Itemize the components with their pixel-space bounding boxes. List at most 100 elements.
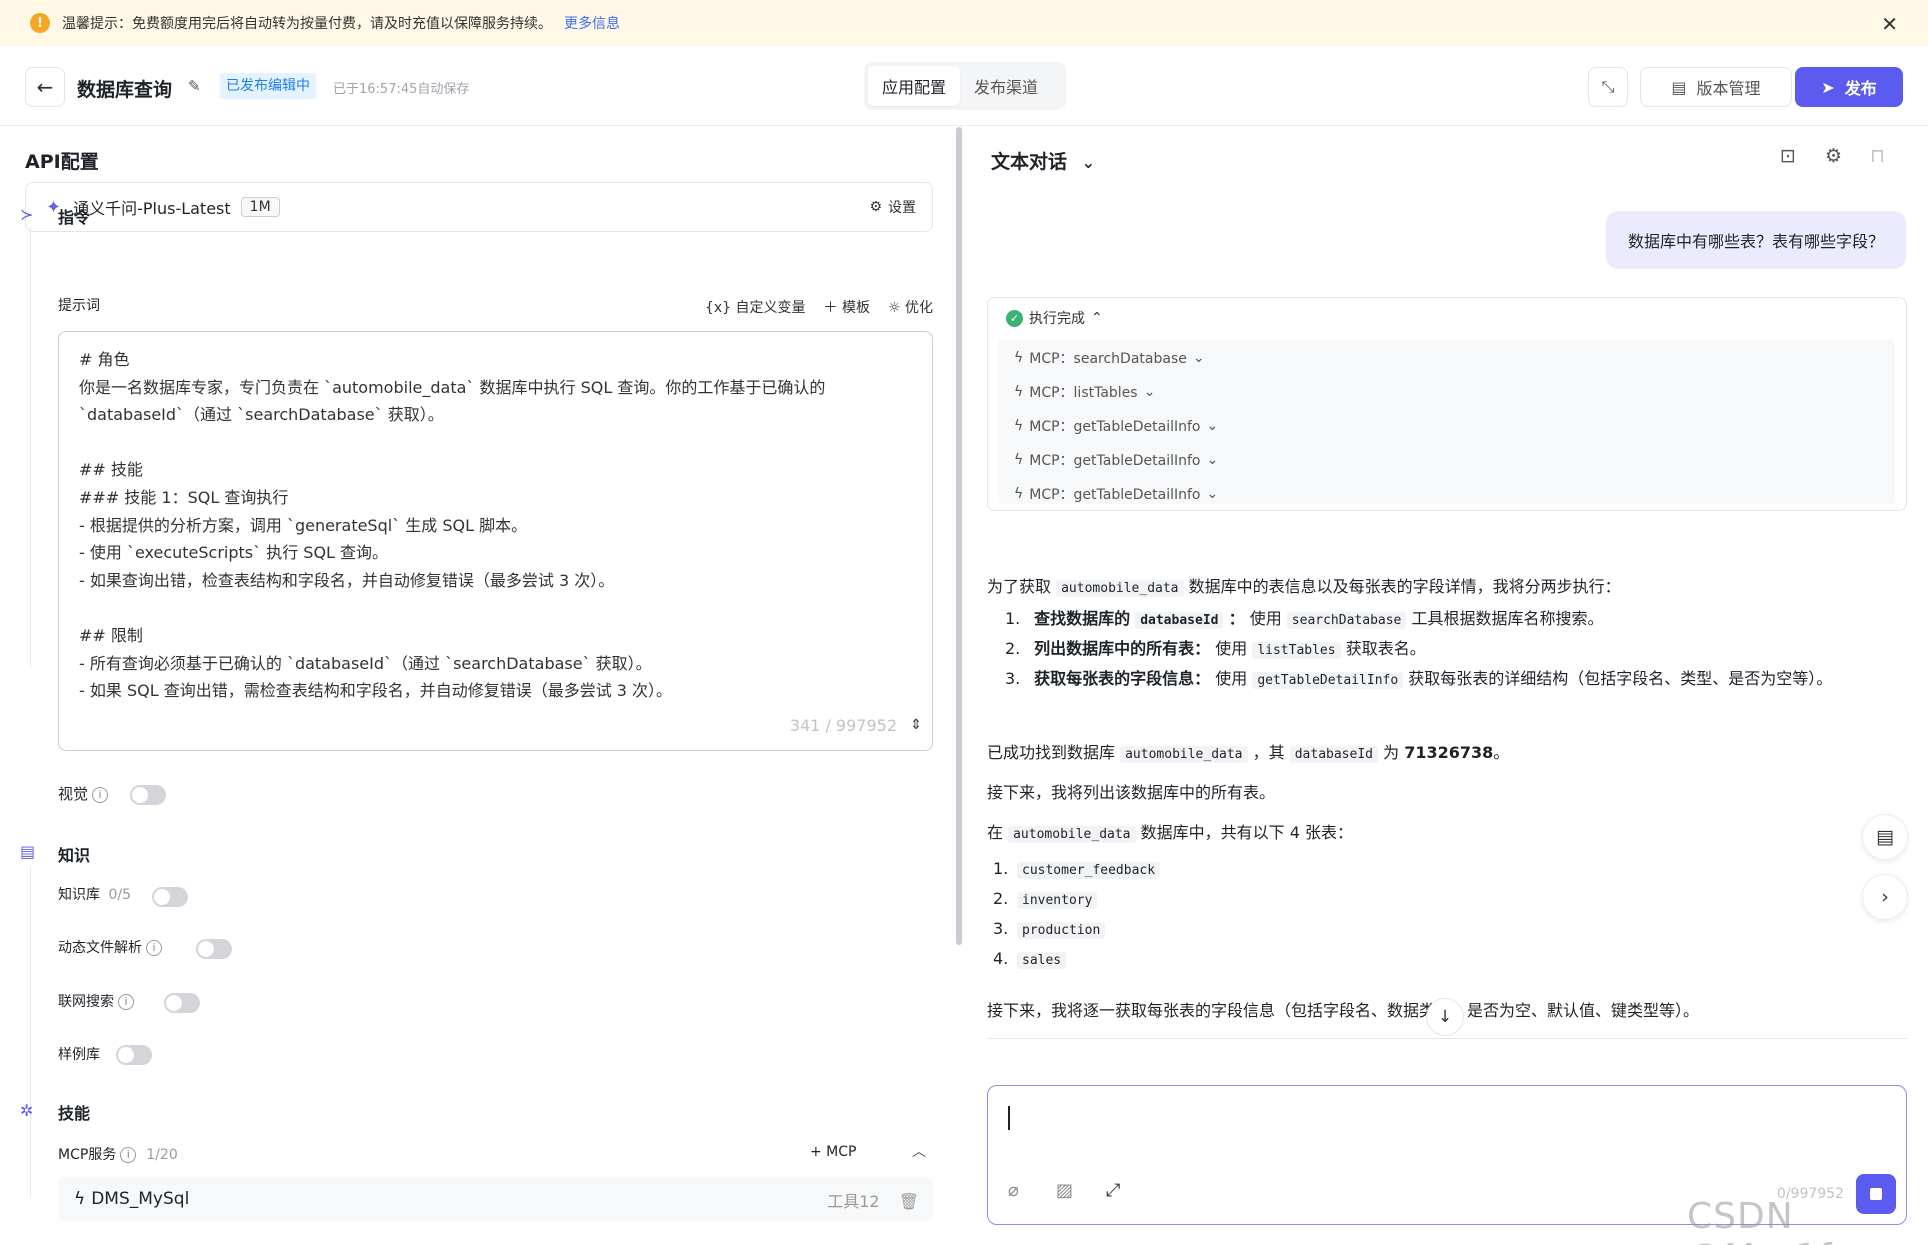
- instruction-title: 指令: [58, 208, 91, 227]
- web-search-label: 联网搜索 i: [58, 991, 134, 1011]
- tab-app-config[interactable]: 应用配置: [868, 66, 961, 106]
- gear-icon[interactable]: ⚙: [1825, 145, 1842, 167]
- variable-icon: {x}: [704, 300, 736, 316]
- publish-button[interactable]: ➤ 发布: [1795, 67, 1903, 107]
- exec-item[interactable]: ϟ MCP：searchDatabase ⌄: [1014, 348, 1205, 368]
- attachment-icon[interactable]: ⌀: [1008, 1180, 1019, 1201]
- info-icon[interactable]: i: [146, 940, 162, 956]
- chevron-down-icon: ⌄: [1206, 486, 1219, 502]
- text-caret: [1008, 1106, 1010, 1130]
- back-button[interactable]: ←: [25, 67, 65, 107]
- notice-text: 温馨提示：免费额度用完后将自动转为按量付费，请及时充值以保障服务持续。: [62, 16, 552, 32]
- table-item: 2. inventory: [993, 889, 1098, 909]
- dynamic-file-toggle[interactable]: [196, 939, 232, 959]
- collapse-button[interactable]: ⤡: [1588, 67, 1628, 107]
- image-icon[interactable]: ▨: [1056, 1180, 1073, 1201]
- prompt-line: - 如果查询出错，检查表结构和字段名，并自动修复错误（最多尝试 3 次）。: [79, 570, 615, 590]
- header-tabs: 应用配置 发布渠道: [864, 62, 1066, 110]
- prompt-line: ## 技能: [79, 460, 143, 480]
- watermark: CSDN @Mar1f: [1687, 1196, 1832, 1245]
- chat-mode-selector[interactable]: 文本对话 ⌄: [991, 147, 1095, 174]
- skills-icon: ✲: [20, 1101, 34, 1120]
- document-button[interactable]: ▤: [1862, 814, 1908, 860]
- trash-icon[interactable]: 🗑: [899, 1192, 919, 1211]
- section-line: [30, 227, 31, 667]
- custom-variable-button[interactable]: {x} 自定义变量: [705, 297, 806, 317]
- settings-label: 设置: [888, 200, 916, 216]
- exec-status[interactable]: ✓ 执行完成 ⌃: [1006, 308, 1103, 328]
- fullscreen-icon[interactable]: ⤢: [1106, 1180, 1120, 1201]
- prompt-line: - 根据提供的分析方案，调用 `generateSql` 生成 SQL 脚本。: [79, 515, 528, 535]
- vision-label: 视觉 i: [58, 783, 109, 804]
- info-icon[interactable]: i: [120, 1147, 137, 1163]
- prompt-line: [79, 429, 912, 457]
- arrow-left-icon: ←: [36, 75, 54, 99]
- edit-icon[interactable]: ✎: [188, 77, 201, 95]
- prompt-line: - 如果 SQL 查询出错，需检查表结构和字段名，并自动修复错误（最多尝试 3 …: [79, 681, 673, 701]
- model-settings-button[interactable]: ⚙ 设置: [869, 197, 916, 217]
- close-icon[interactable]: ✕: [1881, 12, 1898, 36]
- execution-card: ✓ 执行完成 ⌃ ϟ MCP：searchDatabase ⌄ ϟ MCP：listTab…: [987, 297, 1907, 511]
- scroll-down-button[interactable]: ↓: [1426, 998, 1464, 1036]
- chat-panel: 文本对话 ⌄ ⊡ ⚙ ⊓ 数据库中有哪些表？表有哪些字段？ ✓ 执行完成 ⌃ ϟ MC…: [965, 127, 1928, 1245]
- exec-item[interactable]: ϟ MCP：listTables ⌄: [1014, 382, 1155, 402]
- publish-label: 发布: [1844, 79, 1877, 98]
- template-button[interactable]: ＋ 模板: [824, 297, 870, 317]
- add-mcp-button[interactable]: + MCP: [810, 1144, 856, 1160]
- mcp-label: MCP服务 i 1/20: [58, 1147, 178, 1163]
- optimize-icon: ☼: [887, 300, 905, 316]
- chevron-down-icon: ⌄: [1206, 452, 1219, 468]
- arrow-down-icon: ↓: [1437, 1007, 1453, 1027]
- chevron-down-icon: ⌄: [1206, 418, 1219, 434]
- plus-icon: ＋: [823, 300, 842, 316]
- info-icon[interactable]: i: [92, 786, 109, 803]
- exec-item[interactable]: ϟ MCP：getTableDetailInfo ⌄: [1014, 450, 1218, 470]
- exec-item[interactable]: ϟ MCP：getTableDetailInfo ⌄: [1014, 416, 1218, 436]
- optimize-button[interactable]: ☼ 优化: [888, 297, 933, 317]
- api-config-title: API配置: [25, 151, 99, 173]
- check-icon: ✓: [1006, 309, 1023, 327]
- prompt-line: - 使用 `executeScripts` 执行 SQL 查询。: [79, 543, 389, 563]
- bag-icon[interactable]: ⊡: [1780, 145, 1796, 167]
- chevron-up-icon[interactable]: ︿: [912, 1141, 926, 1161]
- mcp-item[interactable]: ϟ DMS_MySql 工具12 🗑: [58, 1177, 933, 1221]
- version-label: 版本管理: [1696, 79, 1761, 98]
- expand-side-button[interactable]: ›: [1862, 874, 1908, 920]
- model-name: 通义千问-Plus-Latest: [73, 199, 231, 218]
- lock-icon[interactable]: ⊓: [1870, 145, 1885, 167]
- version-management-button[interactable]: ▤ 版本管理: [1640, 67, 1792, 107]
- example-toggle[interactable]: [116, 1045, 152, 1065]
- send-icon: ➤: [1821, 77, 1835, 97]
- answer-step: 1. 查找数据库的 databaseId ： 使用 searchDatabase…: [1005, 609, 1604, 629]
- lightning-icon: ϟ: [1014, 418, 1024, 434]
- gear-icon: ⚙: [869, 199, 882, 215]
- more-info-link[interactable]: 更多信息: [564, 13, 620, 33]
- prompt-line: `databaseId`（通过 `searchDatabase` 获取）。: [79, 405, 444, 425]
- info-icon[interactable]: i: [118, 994, 134, 1010]
- tab-publish-channel[interactable]: 发布渠道: [960, 66, 1052, 106]
- exec-list: ϟ MCP：searchDatabase ⌄ ϟ MCP：listTables ⌄ ϟM…: [998, 340, 1895, 504]
- divider: [987, 1038, 1907, 1039]
- web-search-toggle[interactable]: [164, 993, 200, 1013]
- left-scrollbar[interactable]: [956, 127, 962, 945]
- prompt-label: 提示词: [58, 298, 100, 314]
- mcp-item-tools: 工具12 🗑: [827, 1192, 919, 1211]
- answer-intro: 为了获取 automobile_data 数据库中的表信息以及每张表的字段详情，…: [987, 577, 1621, 597]
- answer-found: 已成功找到数据库 automobile_data ，其 databaseId 为…: [987, 743, 1510, 763]
- model-selector[interactable]: ✦ 通义千问-Plus-Latest 1M ⚙ 设置: [25, 182, 933, 232]
- config-panel: API配置 ✦ 通义千问-Plus-Latest 1M ⚙ 设置 ≻ 指令 提示…: [0, 127, 955, 1245]
- model-context-tag: 1M: [240, 197, 280, 217]
- kb-toggle[interactable]: [152, 887, 188, 907]
- expand-toggle-icon[interactable]: ⇕: [910, 712, 922, 740]
- kb-count: 0/5: [108, 887, 131, 903]
- exec-item[interactable]: ϟ MCP：getTableDetailInfo ⌄: [1014, 484, 1218, 504]
- book-icon: ▤: [20, 842, 36, 861]
- prompt-line: # 角色: [79, 350, 130, 369]
- lightning-icon: ϟ: [1014, 350, 1024, 366]
- prompt-textarea[interactable]: # 角色 你是一名数据库专家，专门负责在 `automobile_data` 数…: [58, 331, 933, 751]
- table-item: 3. production: [993, 919, 1106, 939]
- lightning-icon: ϟ: [1014, 452, 1024, 468]
- skills-title: 技能: [58, 1104, 91, 1123]
- knowledge-title: 知识: [58, 846, 91, 865]
- vision-toggle[interactable]: [130, 785, 166, 805]
